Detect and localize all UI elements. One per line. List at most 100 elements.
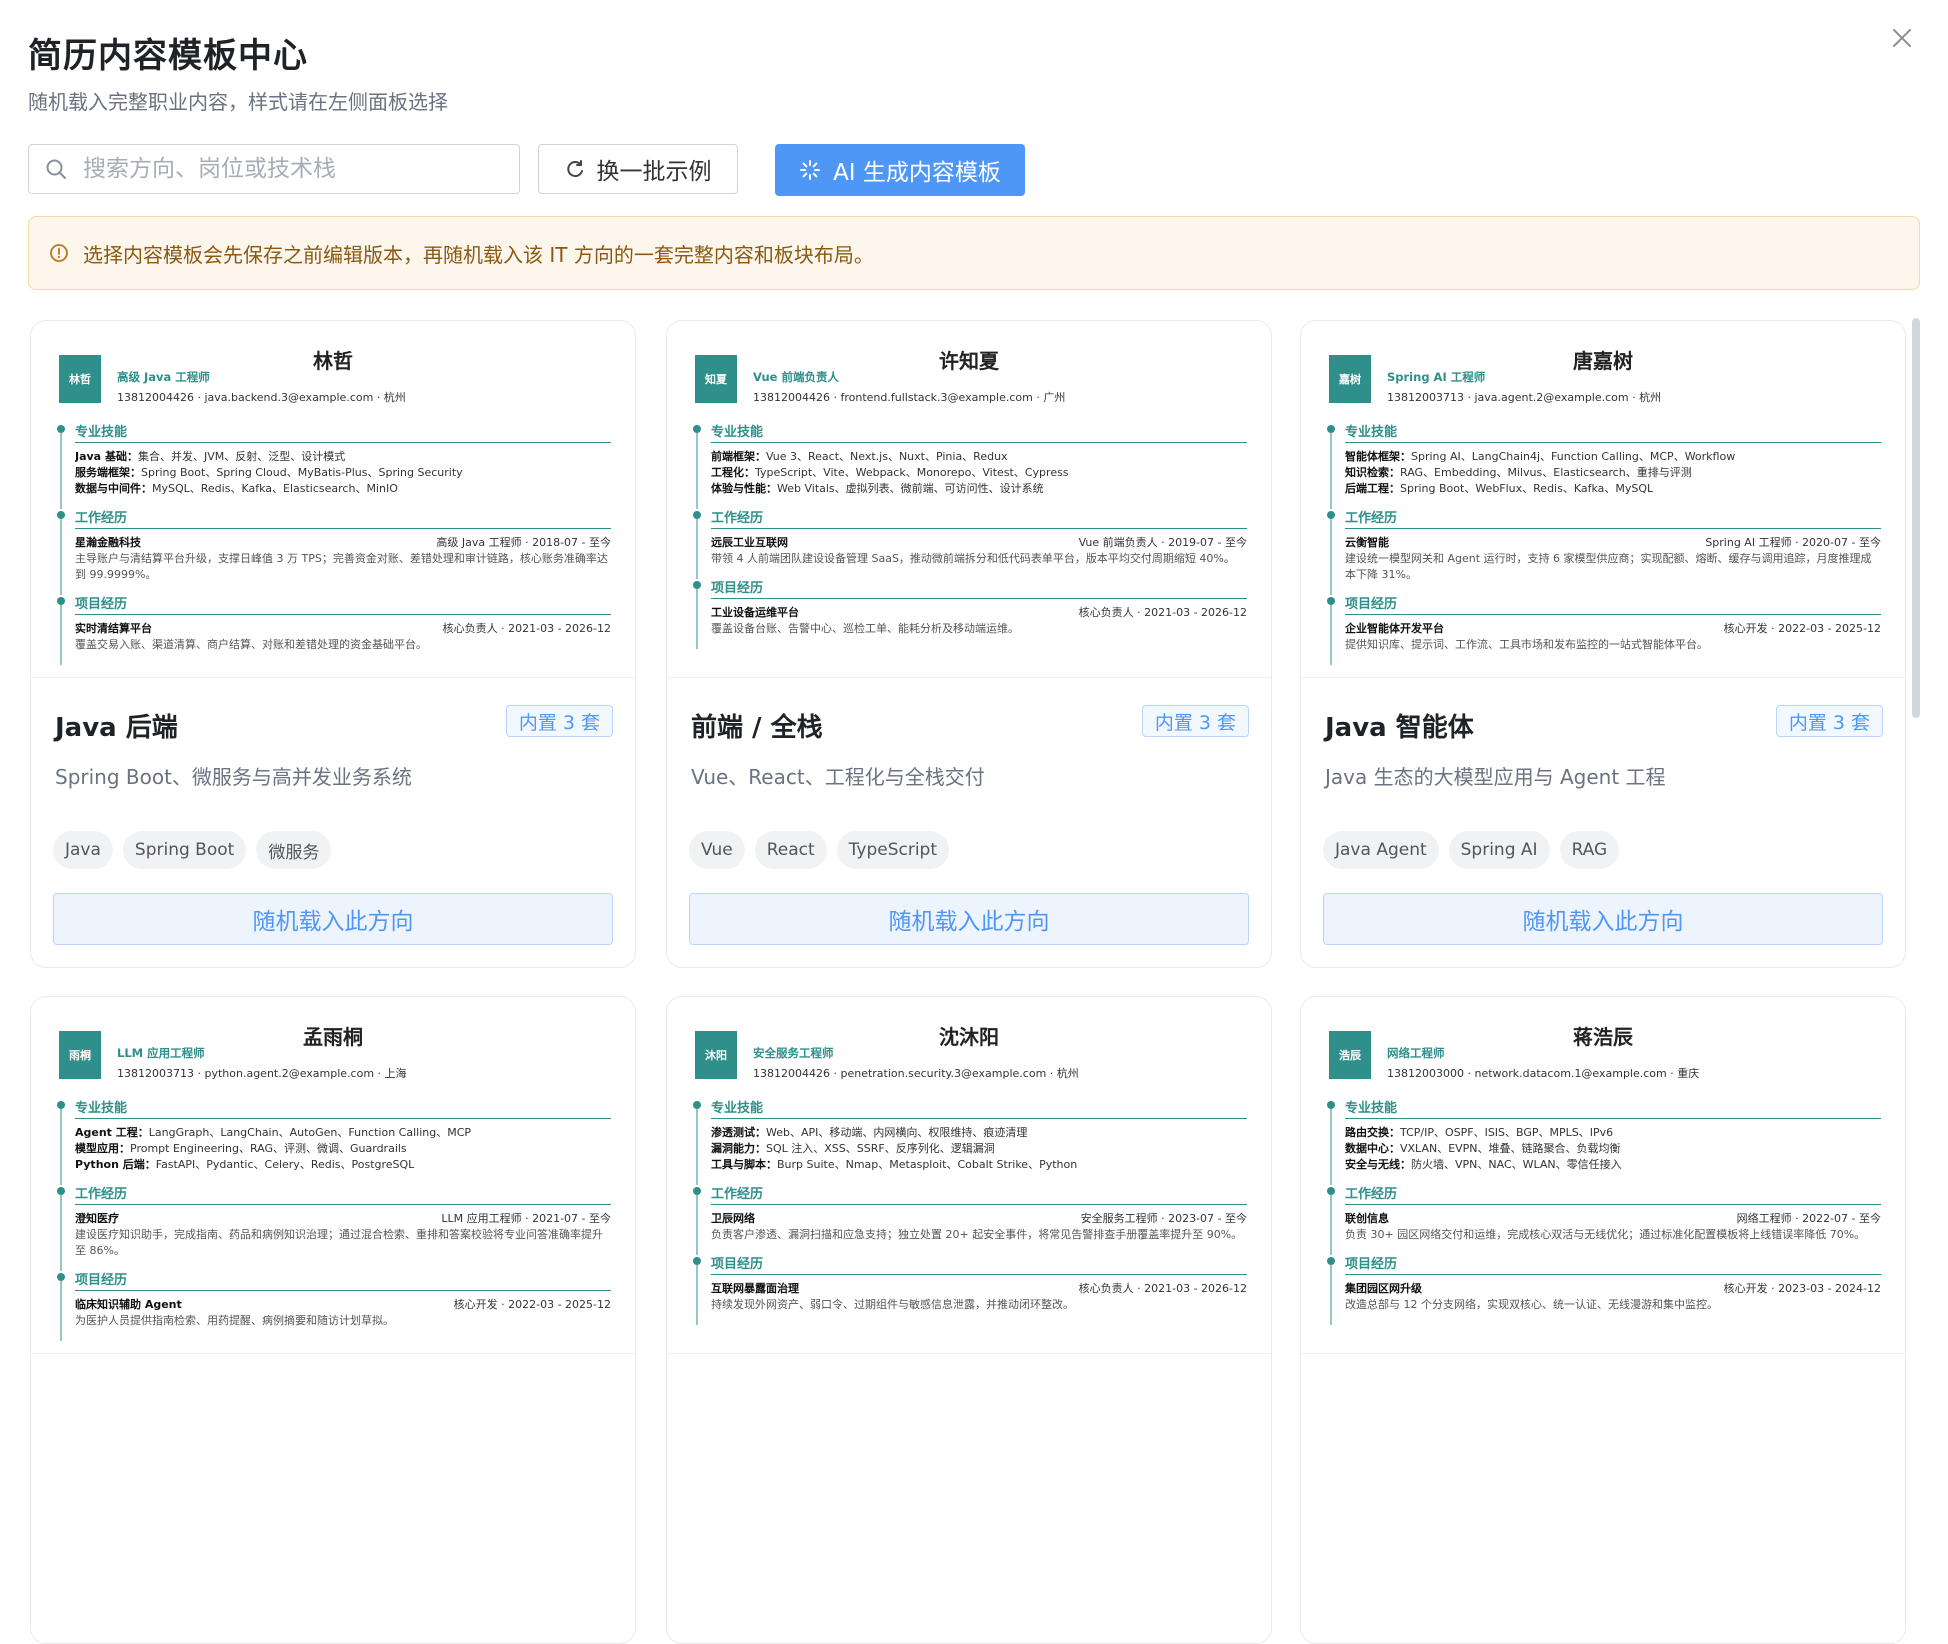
card-description: Spring Boot、微服务与高并发业务系统 [55, 765, 412, 789]
preview-skill-value: Spring AI、LangChain4j、Function Calling、M… [1411, 450, 1736, 463]
search-icon [46, 159, 66, 179]
preview-contact: 13812003713 · java.agent.2@example.com ·… [1387, 391, 1662, 404]
section-dot [693, 581, 701, 589]
preview-skill-value: Prompt Engineering、RAG、评测、微调、Guardrails [130, 1142, 407, 1155]
preview-role: LLM 应用工程师 [117, 1046, 205, 1060]
preview-skill-line: Agent 工程：LangGraph、LangChain、AutoGen、Fun… [75, 1125, 611, 1141]
preview-project-meta: 核心负责人 · 2021-03 - 2026-12 [442, 622, 611, 635]
preview-skill-line: 后端工程：Spring Boot、WebFlux、Redis、Kafka、MyS… [1345, 481, 1881, 497]
preview-company: 云衡智能 [1345, 536, 1389, 549]
preview-skills-section: 专业技能 路由交换：TCP/IP、OSPF、ISIS、BGP、MPLS、IPv6… [1327, 1097, 1881, 1185]
preview-project-meta: 核心负责人 · 2021-03 - 2026-12 [1078, 606, 1247, 619]
preview-skill-value: MySQL、Redis、Kafka、Elasticsearch、MinIO [152, 482, 398, 495]
ai-generate-button[interactable]: AI 生成内容模板 [775, 144, 1025, 196]
preview-role: 高级 Java 工程师 [117, 370, 210, 384]
preview-skill-value: Web、API、移动端、内网横向、权限维持、痕迹清理 [766, 1126, 1028, 1139]
preview-skill-line: 渗透测试：Web、API、移动端、内网横向、权限维持、痕迹清理 [711, 1125, 1247, 1141]
preview-project-name: 互联网暴露面治理 [711, 1282, 799, 1295]
page-title: 简历内容模板中心 [28, 36, 308, 76]
preview-company: 澄知医疗 [75, 1212, 119, 1225]
preview-project-desc: 持续发现外网资产、弱口令、过期组件与敏感信息泄露，并推动闭环整改。 [711, 1298, 1074, 1311]
preview-section-title: 专业技能 [75, 421, 611, 443]
section-line [696, 433, 698, 509]
preview-section-title: 工作经历 [75, 507, 611, 529]
preview-skill-line: 知识检索：RAG、Embedding、Milvus、Elasticsearch、… [1345, 465, 1881, 481]
preview-skill-label: 模型应用： [75, 1142, 130, 1155]
preview-section-title: 项目经历 [1345, 1253, 1881, 1275]
refresh-examples-button[interactable]: 换一批示例 [538, 144, 738, 194]
resume-preview[interactable]: 沐阳 沈沐阳 安全服务工程师 13812004426 · penetration… [667, 997, 1271, 1354]
preview-role: 网络工程师 [1387, 1046, 1445, 1060]
preview-job-meta: 网络工程师 · 2022-07 - 至今 [1736, 1212, 1881, 1225]
resume-preview[interactable]: 知夏 许知夏 Vue 前端负责人 13812004426 · frontend.… [667, 321, 1271, 678]
section-dot [693, 1187, 701, 1195]
section-line [60, 605, 62, 665]
count-badge: 内置 3 套 [505, 705, 613, 737]
preview-work-section: 工作经历 联创信息 网络工程师 · 2022-07 - 至今 负责 30+ 园区网… [1327, 1183, 1881, 1255]
resume-preview[interactable]: 林哲 林哲 高级 Java 工程师 13812004426 · java.bac… [31, 321, 635, 678]
section-dot [693, 425, 701, 433]
resume-preview[interactable]: 雨桐 孟雨桐 LLM 应用工程师 13812003713 · python.ag… [31, 997, 635, 1354]
preview-skills-section: 专业技能 渗透测试：Web、API、移动端、内网横向、权限维持、痕迹清理 漏洞能力… [693, 1097, 1247, 1185]
preview-company: 远辰工业互联网 [711, 536, 788, 549]
search-input[interactable] [81, 155, 485, 183]
preview-skill-value: SQL 注入、XSS、SSRF、反序列化、逻辑漏洞 [766, 1142, 995, 1155]
preview-skill-value: LangGraph、LangChain、AutoGen、Function Cal… [148, 1126, 472, 1139]
preview-skill-value: TCP/IP、OSPF、ISIS、BGP、MPLS、IPv6 [1400, 1126, 1614, 1139]
preview-skill-line: Python 后端：FastAPI、Pydantic、Celery、Redis、… [75, 1157, 611, 1173]
preview-section-title: 工作经历 [711, 1183, 1247, 1205]
preview-company: 卫辰网络 [711, 1212, 755, 1225]
preview-skill-value: TypeScript、Vite、Webpack、Monorepo、Vitest、… [755, 466, 1069, 479]
preview-skill-line: 工具与脚本：Burp Suite、Nmap、Metasploit、Cobalt … [711, 1157, 1247, 1173]
tech-tag: React [754, 831, 827, 869]
section-line [1330, 1195, 1332, 1255]
preview-job-desc: 带领 4 人前端团队建设设备管理 SaaS，推动微前端拆分和低代码表单平台，版本… [711, 552, 1235, 565]
preview-skill-value: Web Vitals、虚拟列表、微前端、可访问性、设计系统 [777, 482, 1044, 495]
count-badge: 内置 3 套 [1775, 705, 1883, 737]
card-description: Java 生态的大模型应用与 Agent 工程 [1325, 765, 1666, 789]
section-line [696, 1109, 698, 1185]
ai-generate-label: AI 生成内容模板 [833, 160, 1001, 186]
section-dot [1327, 425, 1335, 433]
load-direction-button[interactable]: 随机载入此方向 [1323, 893, 1883, 945]
section-dot [57, 511, 65, 519]
preview-skill-value: VXLAN、EVPN、堆叠、链路聚合、负载均衡 [1400, 1142, 1621, 1155]
resume-preview[interactable]: 嘉树 唐嘉树 Spring AI 工程师 13812003713 · java.… [1301, 321, 1905, 678]
preview-project-desc: 为医护人员提供指南检索、用药提醒、病例摘要和随访计划草拟。 [75, 1314, 394, 1327]
preview-section-title: 项目经历 [711, 1253, 1247, 1275]
preview-skill-label: Java 基础： [75, 450, 138, 463]
resume-preview[interactable]: 浩辰 蒋浩辰 网络工程师 13812003000 · network.datac… [1301, 997, 1905, 1354]
section-line [696, 589, 698, 649]
preview-job-desc: 负责 30+ 园区网络交付和运维，完成核心双活与无线优化；通过标准化配置模板将上… [1345, 1228, 1866, 1241]
preview-skill-value: 集合、并发、JVM、反射、泛型、设计模式 [137, 450, 346, 463]
close-button[interactable] [1884, 20, 1920, 56]
section-line [1330, 519, 1332, 595]
preview-project-section: 项目经历 临床知识辅助 Agent 核心开发 · 2022-03 - 2025-1… [57, 1269, 611, 1341]
preview-section-title: 专业技能 [711, 1097, 1247, 1119]
preview-project-meta: 核心开发 · 2022-03 - 2025-12 [453, 1298, 611, 1311]
preview-section-title: 专业技能 [711, 421, 1247, 443]
preview-work-section: 工作经历 卫辰网络 安全服务工程师 · 2023-07 - 至今 负责客户渗透、漏… [693, 1183, 1247, 1255]
preview-job-meta: 安全服务工程师 · 2023-07 - 至今 [1080, 1212, 1247, 1225]
section-dot [57, 425, 65, 433]
preview-skill-label: 工程化： [711, 466, 755, 479]
load-direction-button[interactable]: 随机载入此方向 [689, 893, 1249, 945]
preview-job-meta: LLM 应用工程师 · 2021-07 - 至今 [441, 1212, 611, 1225]
preview-role: 安全服务工程师 [753, 1046, 834, 1060]
preview-skill-label: 体验与性能： [711, 482, 777, 495]
section-dot [1327, 1257, 1335, 1265]
preview-contact: 13812004426 · java.backend.3@example.com… [117, 391, 406, 404]
search-box[interactable] [28, 144, 520, 194]
template-card: 林哲 林哲 高级 Java 工程师 13812004426 · java.bac… [30, 320, 636, 968]
preview-work-section: 工作经历 澄知医疗 LLM 应用工程师 · 2021-07 - 至今 建设医疗知识… [57, 1183, 611, 1271]
preview-contact: 13812003000 · network.datacom.1@example.… [1387, 1067, 1700, 1080]
preview-skill-value: Spring Boot、Spring Cloud、MyBatis-Plus、Sp… [141, 466, 463, 479]
template-card: 雨桐 孟雨桐 LLM 应用工程师 13812003713 · python.ag… [30, 996, 636, 1644]
template-card: 沐阳 沈沐阳 安全服务工程师 13812004426 · penetration… [666, 996, 1272, 1644]
section-dot [693, 1101, 701, 1109]
preview-skill-label: 数据与中间件： [75, 482, 152, 495]
preview-skill-label: 后端工程： [1345, 482, 1400, 495]
scrollbar[interactable] [1912, 318, 1920, 718]
load-direction-button[interactable]: 随机载入此方向 [53, 893, 613, 945]
preview-project-name: 企业智能体开发平台 [1345, 622, 1444, 635]
